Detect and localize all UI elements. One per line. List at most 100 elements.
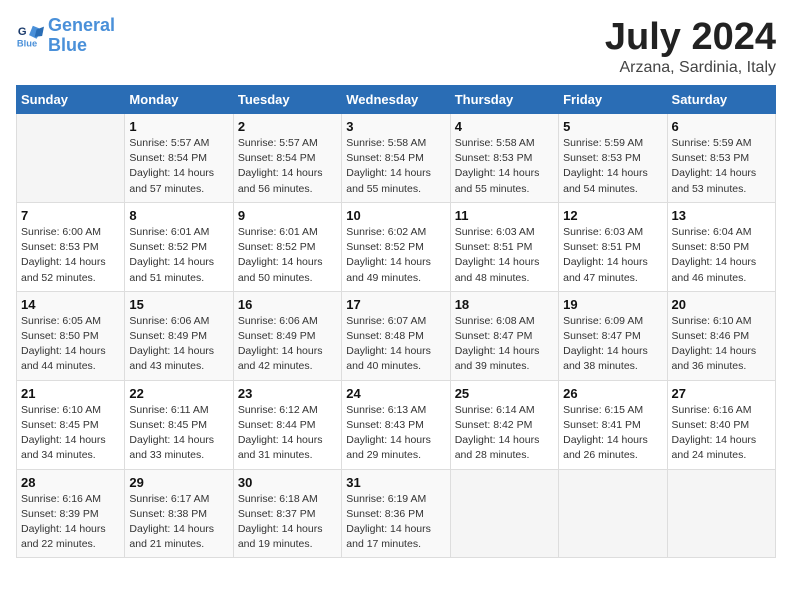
day-info: Sunrise: 6:06 AM Sunset: 8:49 PM Dayligh…	[238, 314, 337, 375]
weekday-saturday: Saturday	[667, 86, 775, 114]
calendar-cell: 25 Sunrise: 6:14 AM Sunset: 8:42 PM Dayli…	[450, 380, 558, 469]
day-number: 14	[21, 297, 120, 312]
calendar-cell: 27Sunrise: 6:16 AM Sunset: 8:40 PM Dayli…	[667, 380, 775, 469]
day-info: Sunrise: 5:58 AM Sunset: 8:54 PM Dayligh…	[346, 136, 445, 197]
svg-text:Blue: Blue	[17, 38, 37, 48]
weekday-sunday: Sunday	[17, 86, 125, 114]
day-info: Sunrise: 6:06 AM Sunset: 8:49 PM Dayligh…	[129, 314, 228, 375]
calendar-cell: 21 Sunrise: 6:10 AM Sunset: 8:45 PM Dayli…	[17, 380, 125, 469]
calendar-cell: 18 Sunrise: 6:08 AM Sunset: 8:47 PM Dayli…	[450, 291, 558, 380]
day-info: Sunrise: 6:14 AM Sunset: 8:42 PM Dayligh…	[455, 403, 554, 464]
calendar-cell: 6 Sunrise: 5:59 AM Sunset: 8:53 PM Daylig…	[667, 114, 775, 203]
day-info: Sunrise: 6:01 AM Sunset: 8:52 PM Dayligh…	[238, 225, 337, 286]
day-number: 23	[238, 386, 337, 401]
day-info: Sunrise: 6:13 AM Sunset: 8:43 PM Dayligh…	[346, 403, 445, 464]
calendar-cell: 29 Sunrise: 6:17 AM Sunset: 8:38 PM Dayli…	[125, 469, 233, 558]
week-row-2: 7 Sunrise: 6:00 AM Sunset: 8:53 PM Daylig…	[17, 202, 776, 291]
day-number: 11	[455, 208, 554, 223]
day-number: 16	[238, 297, 337, 312]
day-number: 30	[238, 475, 337, 490]
day-info: Sunrise: 6:10 AM Sunset: 8:45 PM Dayligh…	[21, 403, 120, 464]
calendar-cell	[667, 469, 775, 558]
day-info: Sunrise: 6:02 AM Sunset: 8:52 PM Dayligh…	[346, 225, 445, 286]
week-row-1: 1 Sunrise: 5:57 AM Sunset: 8:54 PM Daylig…	[17, 114, 776, 203]
calendar-cell: 15Sunrise: 6:06 AM Sunset: 8:49 PM Dayli…	[125, 291, 233, 380]
day-number: 24	[346, 386, 445, 401]
day-number: 3	[346, 119, 445, 134]
weekday-header-row: SundayMondayTuesdayWednesdayThursdayFrid…	[17, 86, 776, 114]
day-number: 13	[672, 208, 771, 223]
day-info: Sunrise: 6:03 AM Sunset: 8:51 PM Dayligh…	[563, 225, 662, 286]
calendar-table: SundayMondayTuesdayWednesdayThursdayFrid…	[16, 85, 776, 558]
calendar-cell	[17, 114, 125, 203]
logo-icon: G Blue	[16, 22, 44, 50]
main-title: July 2024	[605, 16, 776, 59]
weekday-friday: Friday	[559, 86, 667, 114]
calendar-cell: 19Sunrise: 6:09 AM Sunset: 8:47 PM Dayli…	[559, 291, 667, 380]
calendar-cell	[559, 469, 667, 558]
day-info: Sunrise: 6:09 AM Sunset: 8:47 PM Dayligh…	[563, 314, 662, 375]
day-info: Sunrise: 6:01 AM Sunset: 8:52 PM Dayligh…	[129, 225, 228, 286]
week-row-4: 21 Sunrise: 6:10 AM Sunset: 8:45 PM Dayli…	[17, 380, 776, 469]
calendar-cell: 7 Sunrise: 6:00 AM Sunset: 8:53 PM Daylig…	[17, 202, 125, 291]
calendar-cell: 14 Sunrise: 6:05 AM Sunset: 8:50 PM Dayli…	[17, 291, 125, 380]
day-number: 6	[672, 119, 771, 134]
day-info: Sunrise: 6:17 AM Sunset: 8:38 PM Dayligh…	[129, 492, 228, 553]
day-info: Sunrise: 6:19 AM Sunset: 8:36 PM Dayligh…	[346, 492, 445, 553]
day-info: Sunrise: 6:11 AM Sunset: 8:45 PM Dayligh…	[129, 403, 228, 464]
weekday-wednesday: Wednesday	[342, 86, 450, 114]
day-number: 18	[455, 297, 554, 312]
calendar-cell: 4 Sunrise: 5:58 AM Sunset: 8:53 PM Daylig…	[450, 114, 558, 203]
day-number: 8	[129, 208, 228, 223]
day-info: Sunrise: 5:59 AM Sunset: 8:53 PM Dayligh…	[672, 136, 771, 197]
day-number: 26	[563, 386, 662, 401]
day-number: 22	[129, 386, 228, 401]
calendar-cell: 9Sunrise: 6:01 AM Sunset: 8:52 PM Daylig…	[233, 202, 341, 291]
day-number: 7	[21, 208, 120, 223]
calendar-cell: 28Sunrise: 6:16 AM Sunset: 8:39 PM Dayli…	[17, 469, 125, 558]
day-number: 10	[346, 208, 445, 223]
day-info: Sunrise: 5:57 AM Sunset: 8:54 PM Dayligh…	[129, 136, 228, 197]
calendar-cell: 24 Sunrise: 6:13 AM Sunset: 8:43 PM Dayli…	[342, 380, 450, 469]
day-info: Sunrise: 6:03 AM Sunset: 8:51 PM Dayligh…	[455, 225, 554, 286]
calendar-cell: 8 Sunrise: 6:01 AM Sunset: 8:52 PM Daylig…	[125, 202, 233, 291]
day-info: Sunrise: 5:58 AM Sunset: 8:53 PM Dayligh…	[455, 136, 554, 197]
day-number: 25	[455, 386, 554, 401]
week-row-3: 14 Sunrise: 6:05 AM Sunset: 8:50 PM Dayli…	[17, 291, 776, 380]
calendar-cell: 11 Sunrise: 6:03 AM Sunset: 8:51 PM Dayli…	[450, 202, 558, 291]
day-number: 31	[346, 475, 445, 490]
day-info: Sunrise: 6:00 AM Sunset: 8:53 PM Dayligh…	[21, 225, 120, 286]
calendar-cell: 3 Sunrise: 5:58 AM Sunset: 8:54 PM Daylig…	[342, 114, 450, 203]
day-number: 17	[346, 297, 445, 312]
logo: G Blue General Blue	[16, 16, 115, 56]
day-number: 1	[129, 119, 228, 134]
day-number: 21	[21, 386, 120, 401]
logo-line2: Blue	[48, 35, 87, 55]
calendar-cell: 31 Sunrise: 6:19 AM Sunset: 8:36 PM Dayli…	[342, 469, 450, 558]
day-number: 29	[129, 475, 228, 490]
logo-text: General Blue	[48, 16, 115, 56]
day-info: Sunrise: 6:16 AM Sunset: 8:39 PM Dayligh…	[21, 492, 120, 553]
day-info: Sunrise: 6:10 AM Sunset: 8:46 PM Dayligh…	[672, 314, 771, 375]
day-info: Sunrise: 6:16 AM Sunset: 8:40 PM Dayligh…	[672, 403, 771, 464]
subtitle: Arzana, Sardinia, Italy	[605, 59, 776, 77]
weekday-tuesday: Tuesday	[233, 86, 341, 114]
day-number: 4	[455, 119, 554, 134]
title-area: July 2024 Arzana, Sardinia, Italy	[605, 16, 776, 77]
day-info: Sunrise: 6:07 AM Sunset: 8:48 PM Dayligh…	[346, 314, 445, 375]
calendar-cell: 2Sunrise: 5:57 AM Sunset: 8:54 PM Daylig…	[233, 114, 341, 203]
calendar-cell: 13Sunrise: 6:04 AM Sunset: 8:50 PM Dayli…	[667, 202, 775, 291]
day-info: Sunrise: 6:12 AM Sunset: 8:44 PM Dayligh…	[238, 403, 337, 464]
day-info: Sunrise: 6:18 AM Sunset: 8:37 PM Dayligh…	[238, 492, 337, 553]
day-info: Sunrise: 6:15 AM Sunset: 8:41 PM Dayligh…	[563, 403, 662, 464]
week-row-5: 28Sunrise: 6:16 AM Sunset: 8:39 PM Dayli…	[17, 469, 776, 558]
calendar-cell: 16 Sunrise: 6:06 AM Sunset: 8:49 PM Dayli…	[233, 291, 341, 380]
day-number: 12	[563, 208, 662, 223]
calendar-cell: 20Sunrise: 6:10 AM Sunset: 8:46 PM Dayli…	[667, 291, 775, 380]
calendar-cell: 17 Sunrise: 6:07 AM Sunset: 8:48 PM Dayli…	[342, 291, 450, 380]
day-info: Sunrise: 6:05 AM Sunset: 8:50 PM Dayligh…	[21, 314, 120, 375]
day-info: Sunrise: 6:08 AM Sunset: 8:47 PM Dayligh…	[455, 314, 554, 375]
calendar-cell: 12 Sunrise: 6:03 AM Sunset: 8:51 PM Dayli…	[559, 202, 667, 291]
calendar-cell: 5Sunrise: 5:59 AM Sunset: 8:53 PM Daylig…	[559, 114, 667, 203]
header: G Blue General Blue July 2024 Arzana, Sa…	[16, 16, 776, 77]
